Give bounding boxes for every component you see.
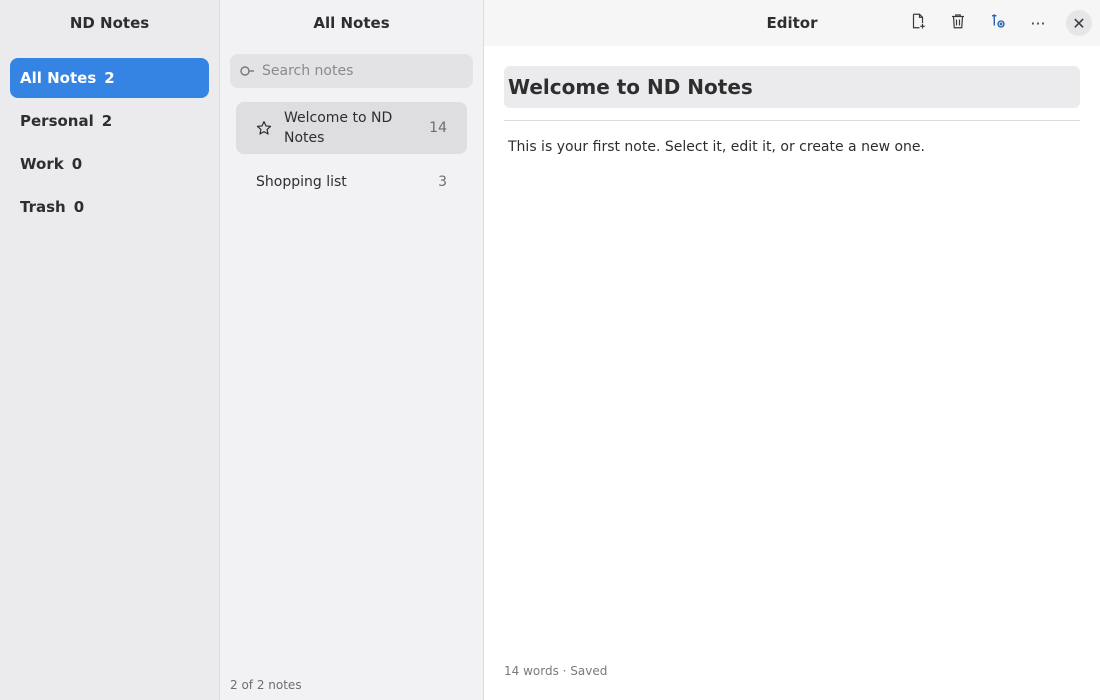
note-word-count: 14 [429,120,447,136]
folder-label: Work [20,155,64,173]
folder-list: All Notes 2 Personal 2 Work 0 Trash 0 [0,46,219,227]
editor-pane: Editor ··· ✕ Welcome to ND Notes This is… [484,0,1100,700]
folder-personal[interactable]: Personal 2 [10,101,209,141]
more-options-button[interactable]: ··· [1024,9,1052,37]
folder-label: Trash [20,198,66,216]
search-input[interactable] [262,63,462,79]
editor-status: 14 words · Saved [504,664,608,678]
folder-count: 0 [71,155,83,173]
folder-trash[interactable]: Trash 0 [10,187,209,227]
list-item[interactable]: Welcome to ND Notes 14 [236,102,467,154]
folder-all-notes[interactable]: All Notes 2 [10,58,209,98]
list-item[interactable]: Shopping list 3 [236,156,467,208]
note-word-count: 3 [438,174,447,190]
divider [504,120,1080,121]
note-title: Shopping list [256,174,347,190]
close-button[interactable]: ✕ [1066,10,1092,36]
note-title: Welcome to ND Notes [284,110,393,146]
folder-count: 2 [101,112,113,130]
trash-icon [949,12,967,34]
new-note-button[interactable] [904,9,932,37]
search-icon [240,62,256,81]
editor-header: Editor ··· ✕ [484,0,1100,46]
app-window: ND Notes All Notes 2 Personal 2 Work 0 T… [0,0,1100,700]
folder-label: Personal [20,112,94,130]
file-plus-icon [909,12,927,34]
move-note-button[interactable] [984,9,1012,37]
note-title-field[interactable] [504,66,1080,108]
note-list-pane: All Notes Welcome to ND Notes 14 [220,0,484,700]
folder-work[interactable]: Work 0 [10,144,209,184]
move-to-folder-icon [989,12,1007,34]
star-icon[interactable] [256,120,284,136]
folder-count: 2 [104,69,115,87]
delete-note-button[interactable] [944,9,972,37]
folder-label: All Notes [20,69,97,87]
note-title-input[interactable] [508,75,1076,99]
note-list-title: All Notes [313,14,390,32]
app-title: ND Notes [69,14,150,32]
search-box[interactable] [230,54,473,88]
folder-count: 0 [73,198,85,216]
notes-list: Welcome to ND Notes 14 Shopping list 3 [220,88,483,208]
note-body-editor[interactable]: This is your first note. Select it, edit… [508,137,1076,157]
note-count-status: 2 of 2 notes [230,678,302,692]
editor-toolbar: ··· ✕ [892,0,1092,46]
sidebar: ND Notes All Notes 2 Personal 2 Work 0 T… [0,0,220,700]
